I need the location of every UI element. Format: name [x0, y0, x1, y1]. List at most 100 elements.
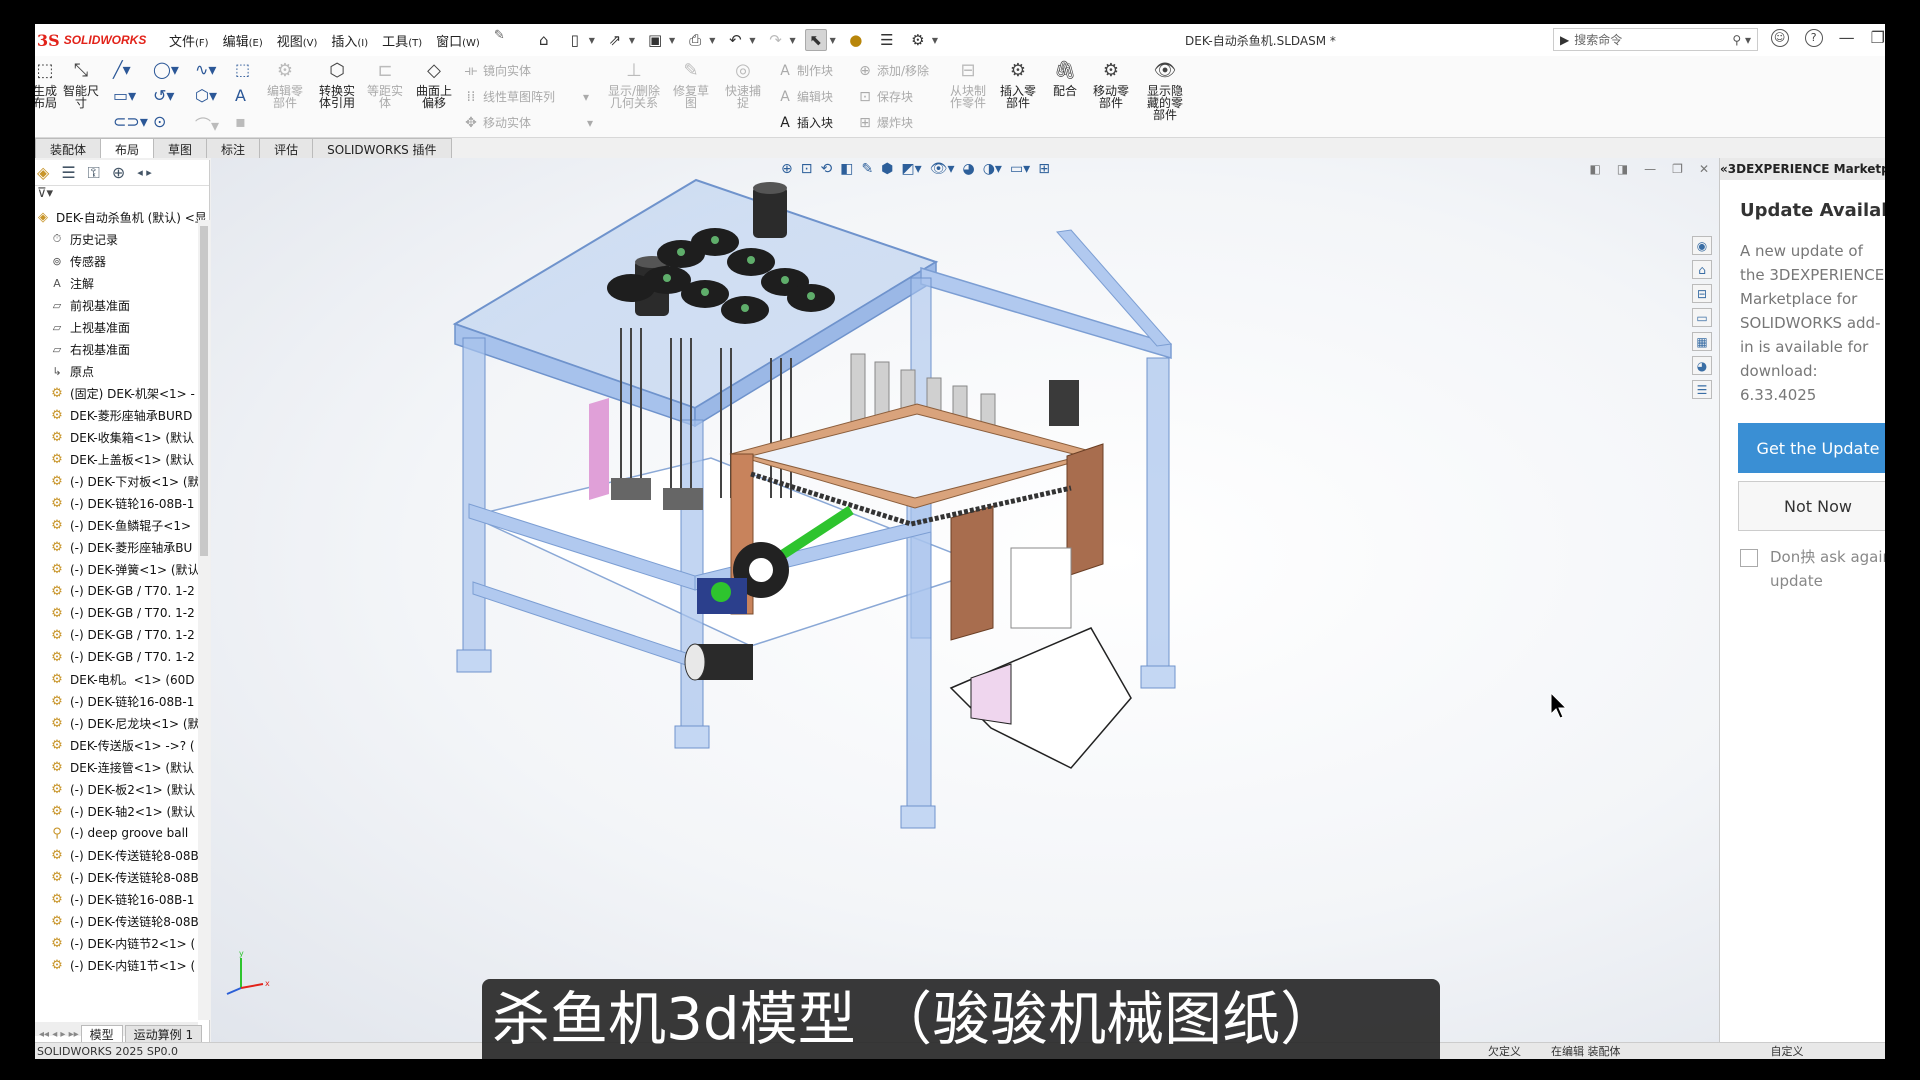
tree-node[interactable]: ⚙ (-) DEK-轴2<1> (默认	[35, 800, 209, 822]
custom-properties-icon[interactable]: ☰	[1692, 380, 1712, 399]
move-entities-button[interactable]: ✥ 移动实体 ▾	[463, 114, 593, 131]
tab-layout[interactable]: 布局	[100, 138, 155, 158]
menu-insert[interactable]: 插入(I)	[325, 28, 374, 53]
tree-node[interactable]: ⚙ (-) DEK-传送链轮8-08B	[35, 866, 209, 888]
save-block-button[interactable]: ⊡ 保存块	[857, 88, 913, 105]
tree-node[interactable]: ⚙ (-) DEK-GB / T70. 1-2	[35, 646, 209, 668]
undo-icon[interactable]: ↶	[724, 29, 746, 51]
slot-icon[interactable]: ⊂⊃▾	[113, 112, 148, 131]
chevron-down-icon[interactable]: ▼	[932, 36, 938, 45]
pin-menu-icon[interactable]: ✎	[494, 28, 505, 53]
select-cursor-icon[interactable]: ⬉	[804, 29, 827, 51]
save-icon[interactable]: ▣	[644, 29, 666, 51]
feature-manager-tree-icon[interactable]: ◈	[37, 163, 49, 182]
tree-node[interactable]: A 注解	[35, 272, 209, 294]
tree-node[interactable]: ⚙ (-) DEK-GB / T70. 1-2	[35, 580, 209, 602]
tree-node[interactable]: ⚙ (-) DEK-GB / T70. 1-2	[35, 624, 209, 646]
search-icon[interactable]: ⚲ ▾	[1732, 33, 1751, 47]
fish-killing-machine-model[interactable]	[211, 158, 1719, 1042]
tree-node[interactable]: ⚙ (-) DEK-GB / T70. 1-2	[35, 602, 209, 624]
edit-block-button[interactable]: A 编辑块	[777, 88, 833, 105]
chevron-down-icon[interactable]: ▾	[587, 116, 593, 130]
restore-icon[interactable]: ❐	[1871, 28, 1885, 47]
minimize-icon[interactable]: —	[1839, 28, 1855, 47]
user-account-icon[interactable]: ☺	[1770, 28, 1789, 47]
smart-dimension-button[interactable]: ⤡ 智能尺 寸	[61, 60, 101, 109]
insert-block-button[interactable]: A 插入块	[777, 114, 833, 131]
tree-node[interactable]: ⚙ (-) DEK-内链1节<1> (	[35, 954, 209, 976]
dont-ask-again-checkbox[interactable]	[1740, 549, 1758, 567]
home-icon[interactable]: ⌂	[1692, 260, 1712, 279]
tree-node[interactable]: ⚙ (-) DEK-鱼鳞辊子<1>	[35, 514, 209, 536]
circle-icon[interactable]: ◯▾	[153, 60, 179, 79]
design-library-icon[interactable]: ⊟	[1692, 284, 1712, 303]
tree-node[interactable]: ↳ 原点	[35, 360, 209, 382]
layout-button[interactable]: ⬚ 生成 布局	[35, 60, 57, 109]
tree-node[interactable]: ⚙ (固定) DEK-机架<1> -	[35, 382, 209, 404]
tree-node[interactable]: ⚙ (-) DEK-内链节2<1> (	[35, 932, 209, 954]
tab-solidworks-addins[interactable]: SOLIDWORKS 插件	[312, 138, 452, 158]
move-component-button[interactable]: ⚙ 移动零 部件	[1087, 60, 1135, 109]
text-icon[interactable]: A	[235, 86, 246, 105]
tree-node[interactable]: ▱ 右视基准面	[35, 338, 209, 360]
tree-node[interactable]: ⊚ 传感器	[35, 250, 209, 272]
options-gear-icon[interactable]: ⚙	[907, 29, 929, 51]
make-block-button[interactable]: A 制作块	[777, 62, 833, 79]
tree-node[interactable]: ⚙ (-) DEK-尼龙块<1> (默	[35, 712, 209, 734]
dimxpert-manager-icon[interactable]: ⊕	[112, 163, 125, 182]
tab-model[interactable]: 模型	[80, 1024, 123, 1044]
more-tabs-chevron-icon[interactable]: ◂ ▸	[137, 166, 152, 179]
tree-node[interactable]: ▱ 上视基准面	[35, 316, 209, 338]
solidworks-logo[interactable]: 3S SOLIDWORKS	[35, 31, 146, 50]
print-icon[interactable]: ⎙	[684, 29, 706, 51]
chevron-down-icon[interactable]: ▾	[583, 90, 589, 104]
tree-node[interactable]: ⚙ (-) DEK-板2<1> (默认	[35, 778, 209, 800]
configuration-manager-icon[interactable]: ⚿	[88, 163, 100, 183]
chevron-down-icon[interactable]: ▼	[589, 36, 595, 45]
menu-file[interactable]: 文件(F)	[163, 28, 215, 53]
tree-node[interactable]: ⚙ DEK-传送版<1> ->? (	[35, 734, 209, 756]
polygon-icon[interactable]: ⬡▾	[195, 86, 217, 105]
help-icon[interactable]: ?	[1804, 28, 1823, 47]
insert-components-button[interactable]: ⚙ 插入零 部件	[995, 60, 1041, 109]
quick-snaps-button[interactable]: ◎ 快速捕 捉	[721, 60, 765, 109]
arc-icon[interactable]: ↺▾	[153, 86, 174, 105]
offset-entities-button[interactable]: ⊏ 等距实 体	[365, 60, 405, 109]
tree-node[interactable]: ⚲ (-) deep groove ball	[35, 822, 209, 844]
tab-assembly[interactable]: 装配体	[35, 138, 102, 158]
graphics-area[interactable]: ⊕ ⊡ ⟲ ◧ ✎ ⬢ ◩▾ 👁▾ ◕ ◑▾ ▭▾ ⊞ ◧ ◨ — ❐ ✕ y …	[211, 158, 1719, 1042]
tab-nav-arrows-icon[interactable]: ◂◂ ◂ ▸ ▸▸	[39, 1029, 79, 1040]
chevron-down-icon[interactable]: ▼	[790, 36, 796, 45]
plane-icon[interactable]: ▪	[235, 112, 246, 131]
view-palette-icon[interactable]: ▦	[1692, 332, 1712, 351]
rectangle-icon[interactable]: ▭▾	[113, 86, 136, 105]
menu-tools[interactable]: 工具(T)	[376, 28, 428, 53]
feature-tree-scrollbar[interactable]	[198, 220, 210, 1020]
tree-node[interactable]: ⚙ DEK-菱形座轴承BURD	[35, 404, 209, 426]
tree-node[interactable]: ⚙ (-) DEK-链轮16-08B-1	[35, 690, 209, 712]
show-hidden-components-button[interactable]: 👁 显示隐 藏的零 部件	[1141, 60, 1189, 121]
chevron-down-icon[interactable]: ▼	[629, 36, 635, 45]
get-the-update-button[interactable]: Get the Update	[1738, 423, 1885, 473]
collapse-chevron-icon[interactable]: «	[1720, 162, 1728, 176]
solidworks-resources-icon[interactable]: ◉	[1692, 236, 1712, 255]
home-icon[interactable]: ⌂	[533, 29, 555, 51]
tree-node[interactable]: ⚙ (-) DEK-传送链轮8-08B	[35, 910, 209, 932]
linear-pattern-button[interactable]: ⁞⁞ 线性草图阵列 ▾	[463, 88, 590, 105]
traffic-light-icon[interactable]: ●	[845, 29, 867, 51]
menu-view[interactable]: 视图(V)	[271, 28, 324, 53]
tree-root-assembly[interactable]: ◈ DEK-自动杀鱼机 (默认) <显	[35, 206, 209, 228]
explode-block-button[interactable]: ⊞ 爆炸块	[857, 114, 913, 131]
tab-markup[interactable]: 标注	[206, 138, 261, 158]
property-manager-icon[interactable]: ☰	[61, 163, 75, 182]
convert-entities-button[interactable]: ⬡ 转换实 体引用	[315, 60, 359, 109]
appearances-icon[interactable]: ◕	[1692, 356, 1712, 375]
tree-node[interactable]: ⚙ (-) DEK-链轮16-08B-1	[35, 888, 209, 910]
open-folder-icon[interactable]: ⇗	[604, 29, 626, 51]
tab-sketch[interactable]: 草图	[153, 138, 208, 158]
tree-node[interactable]: ⚙ DEK-上盖板<1> (默认	[35, 448, 209, 470]
tree-node[interactable]: ⚙ (-) DEK-传送链轮8-08B	[35, 844, 209, 866]
dont-ask-again-checkbox-row[interactable]: Don抰 ask again for this update	[1740, 545, 1885, 593]
line-icon[interactable]: ╱▾	[113, 60, 131, 79]
add-remove-button[interactable]: ⊕ 添加/移除	[857, 62, 929, 79]
